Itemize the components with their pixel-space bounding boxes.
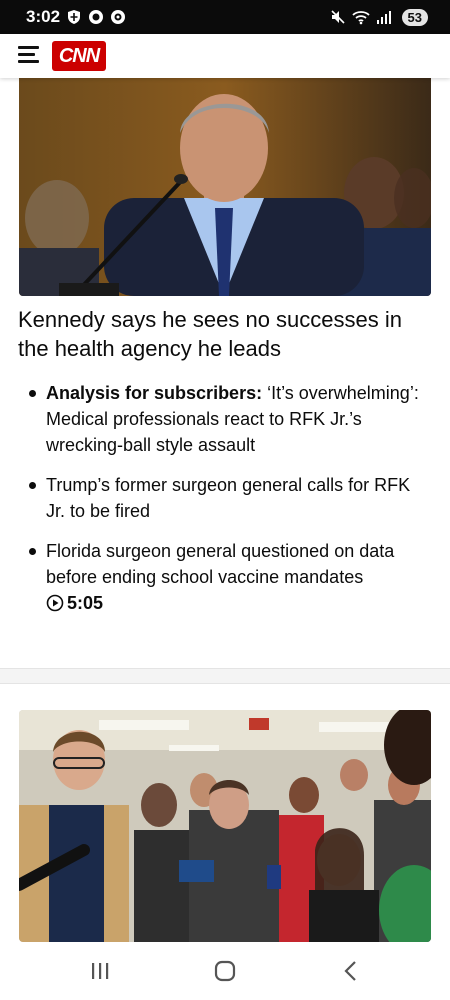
shield-icon <box>66 9 82 25</box>
status-left: 3:02 <box>26 7 126 27</box>
logo-text: CNN <box>58 44 100 67</box>
hero-image[interactable] <box>19 78 431 296</box>
play-circle-icon <box>46 594 64 612</box>
signal-icon <box>376 9 392 25</box>
battery-level: 53 <box>407 9 422 25</box>
analysis-label: Analysis for subscribers: <box>46 383 263 403</box>
mute-icon <box>330 9 346 25</box>
related-link[interactable]: Trump’s former surgeon general calls for… <box>24 472 424 524</box>
wifi-icon <box>351 9 370 25</box>
back-icon[interactable] <box>342 960 360 987</box>
circle-icon <box>88 9 104 25</box>
battery-icon: 53 <box>401 8 428 26</box>
related-link[interactable]: Florida surgeon general questioned on da… <box>24 538 424 619</box>
video-badge: 5:05 <box>46 590 103 616</box>
circle-icon <box>110 9 126 25</box>
hamburger-menu-icon[interactable] <box>18 45 40 65</box>
home-icon[interactable] <box>214 960 236 987</box>
system-nav-bar <box>0 944 450 1000</box>
related-link[interactable]: Analysis for subscribers: ‘It’s overwhel… <box>24 380 424 458</box>
story-image[interactable] <box>19 710 431 942</box>
status-time: 3:02 <box>26 7 61 26</box>
cnn-logo[interactable]: CNN <box>52 41 106 71</box>
status-bar: 3:02 53 <box>0 0 450 34</box>
video-duration: 5:05 <box>67 593 104 613</box>
status-right: 53 <box>330 8 428 26</box>
app-header: CNN <box>0 34 450 78</box>
recent-apps-icon[interactable] <box>90 960 110 987</box>
related-links-list: Analysis for subscribers: ‘It’s overwhel… <box>24 380 424 633</box>
related-link-text: Florida surgeon general questioned on da… <box>46 541 395 587</box>
story-headline[interactable]: Kennedy says he sees no successes in the… <box>18 305 432 363</box>
section-divider <box>0 668 450 684</box>
related-link-text: Trump’s former surgeon general calls for… <box>46 475 411 521</box>
